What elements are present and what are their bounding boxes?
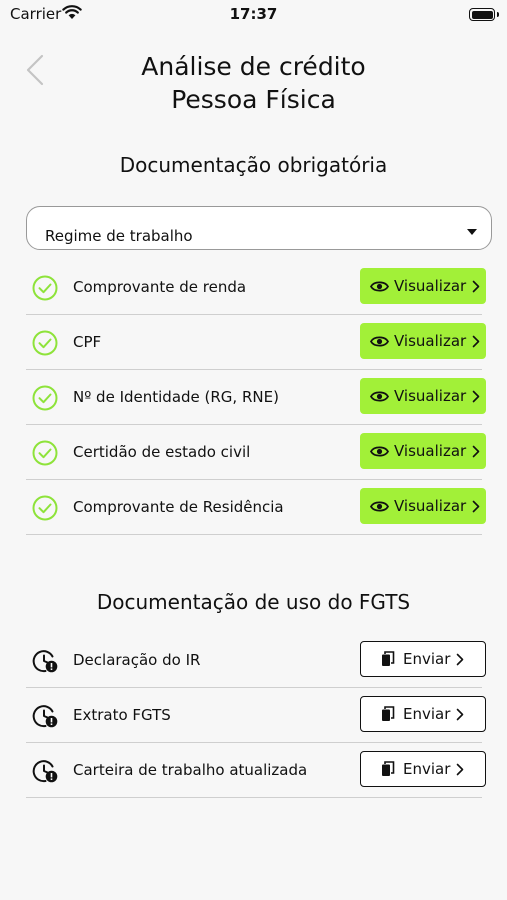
list-item: Extrato FGTS Enviar — [26, 688, 486, 743]
document-label: CPF — [73, 333, 102, 351]
send-button[interactable]: Enviar — [360, 751, 486, 787]
send-button-label: Enviar — [403, 705, 451, 723]
work-regime-select[interactable]: Regime de trabalho — [26, 206, 492, 250]
chevron-right-icon — [456, 653, 464, 666]
clock-alert-icon — [31, 702, 59, 730]
document-copy-icon — [381, 706, 395, 722]
eye-icon — [370, 280, 389, 293]
eye-icon — [370, 390, 389, 403]
list-item: CPF Visualizar — [26, 315, 486, 370]
chevron-right-icon — [472, 280, 480, 293]
chevron-right-icon — [456, 708, 464, 721]
clock-alert-icon — [31, 757, 59, 785]
eye-icon — [370, 445, 389, 458]
document-label: Carteira de trabalho atualizada — [73, 761, 308, 779]
check-circle-icon — [31, 329, 59, 357]
list-item: Carteira de trabalho atualizada Enviar — [26, 743, 486, 798]
document-label: Extrato FGTS — [73, 706, 171, 724]
view-button[interactable]: Visualizar — [360, 323, 486, 359]
document-copy-icon — [381, 761, 395, 777]
check-circle-icon — [31, 494, 59, 522]
document-label: Comprovante de Residência — [73, 498, 284, 516]
eye-icon — [370, 500, 389, 513]
status-bar: Carrier 17:37 — [0, 0, 507, 30]
view-button[interactable]: Visualizar — [360, 378, 486, 414]
send-button-label: Enviar — [403, 760, 451, 778]
view-button-label: Visualizar — [394, 332, 467, 350]
view-button-label: Visualizar — [394, 277, 467, 295]
page-title-line1: Análise de crédito — [141, 52, 366, 81]
chevron-right-icon — [456, 763, 464, 776]
view-button[interactable]: Visualizar — [360, 433, 486, 469]
chevron-right-icon — [472, 335, 480, 348]
status-time: 17:37 — [229, 5, 278, 23]
send-button[interactable]: Enviar — [360, 696, 486, 732]
view-button-label: Visualizar — [394, 387, 467, 405]
list-item: Comprovante de renda Visualizar — [26, 260, 486, 315]
page-title: Análise de crédito Pessoa Física — [0, 50, 507, 116]
document-label: Nº de Identidade (RG, RNE) — [73, 388, 279, 406]
list-item: Declaração do IR Enviar — [26, 633, 486, 688]
eye-icon — [370, 335, 389, 348]
section-title-fgts: Documentação de uso do FGTS — [96, 590, 411, 614]
view-button-label: Visualizar — [394, 497, 467, 515]
check-circle-icon — [31, 274, 59, 302]
chevron-right-icon — [472, 390, 480, 403]
view-button[interactable]: Visualizar — [360, 268, 486, 304]
document-label: Comprovante de renda — [73, 278, 247, 296]
view-button[interactable]: Visualizar — [360, 488, 486, 524]
check-circle-icon — [31, 384, 59, 412]
document-copy-icon — [381, 651, 395, 667]
list-item: Certidão de estado civil Visualizar — [26, 425, 486, 480]
work-regime-select-value: Regime de trabalho — [45, 227, 193, 245]
list-item: Comprovante de Residência Visualizar — [26, 480, 486, 535]
document-label: Certidão de estado civil — [73, 443, 251, 461]
battery-icon — [469, 8, 499, 21]
chevron-right-icon — [472, 445, 480, 458]
document-label: Declaração do IR — [73, 651, 201, 669]
send-button-label: Enviar — [403, 650, 451, 668]
check-circle-icon — [31, 439, 59, 467]
view-button-label: Visualizar — [394, 442, 467, 460]
list-item: Nº de Identidade (RG, RNE) Visualizar — [26, 370, 486, 425]
clock-alert-icon — [31, 647, 59, 675]
chevron-right-icon — [472, 500, 480, 513]
page-title-line2: Pessoa Física — [171, 85, 336, 114]
send-button[interactable]: Enviar — [360, 641, 486, 677]
section-title-required: Documentação obrigatória — [119, 153, 388, 177]
caret-down-icon — [467, 229, 477, 235]
